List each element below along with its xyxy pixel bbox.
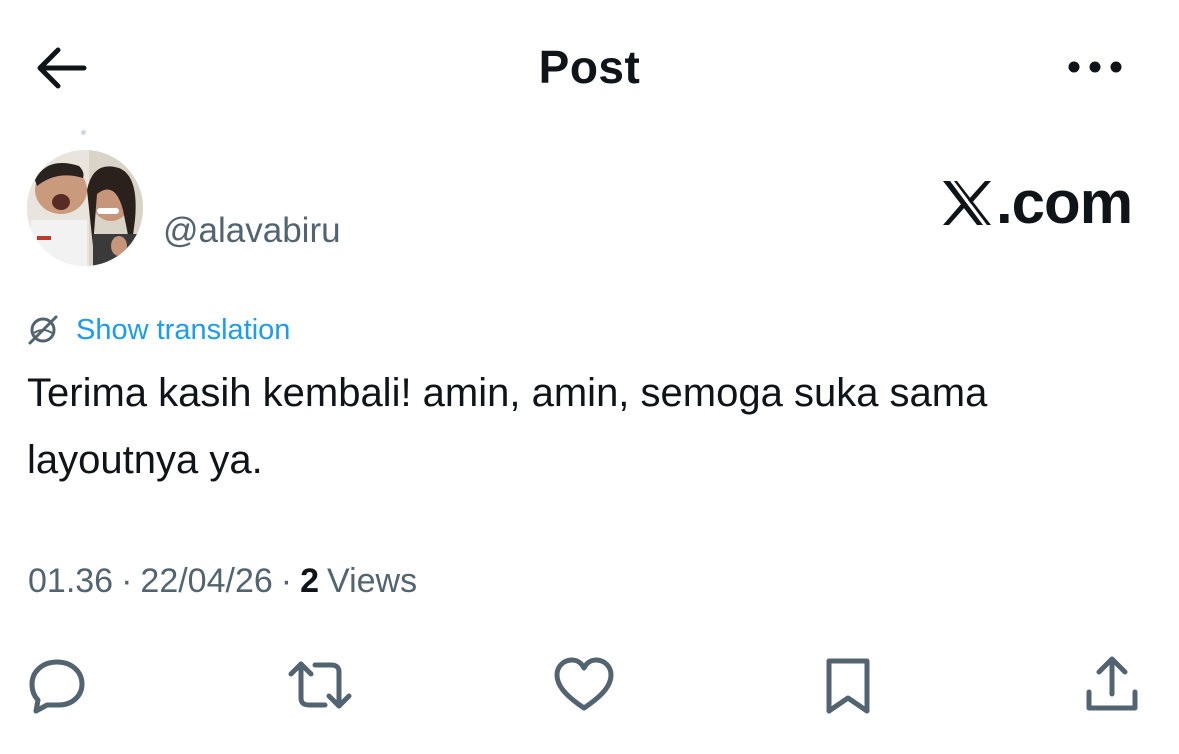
- reply-icon: [29, 659, 85, 714]
- xcom-watermark: .com: [940, 168, 1133, 237]
- meta-separator: ·: [121, 562, 133, 600]
- meta-separator: ·: [280, 562, 293, 600]
- repost-button[interactable]: [285, 650, 355, 720]
- avatar-photo: [27, 150, 143, 266]
- share-button[interactable]: [1077, 650, 1147, 720]
- more-options-button[interactable]: [1055, 40, 1135, 94]
- page-title: Post: [538, 41, 641, 93]
- post-meta: 01.36 · 22/04/26 · 2 Views: [28, 562, 417, 601]
- show-translation-link[interactable]: Show translation: [26, 308, 290, 352]
- post-time: 01.36: [28, 562, 114, 600]
- author-handle[interactable]: @alavabiru: [163, 211, 341, 251]
- x-logo-icon: [943, 180, 991, 225]
- globe-translate-icon: [28, 315, 58, 345]
- repost-icon: [288, 661, 352, 709]
- show-translation-label: Show translation: [76, 313, 291, 346]
- post-date: 22/04/26: [140, 562, 273, 600]
- reply-button[interactable]: [22, 650, 92, 720]
- bookmark-icon: [826, 658, 870, 714]
- views-count: 2: [300, 562, 320, 600]
- thread-dot: [81, 130, 86, 135]
- heart-icon: [554, 657, 614, 711]
- watermark-text: .com: [996, 169, 1133, 236]
- like-button[interactable]: [549, 650, 619, 720]
- share-icon: [1086, 656, 1138, 711]
- more-horizontal-icon: [1068, 61, 1122, 73]
- views-label: Views: [327, 562, 418, 600]
- bookmark-button[interactable]: [813, 650, 883, 720]
- post-text: Terima kasih kembali! amin, amin, semoga…: [27, 371, 988, 482]
- avatar[interactable]: [27, 150, 143, 266]
